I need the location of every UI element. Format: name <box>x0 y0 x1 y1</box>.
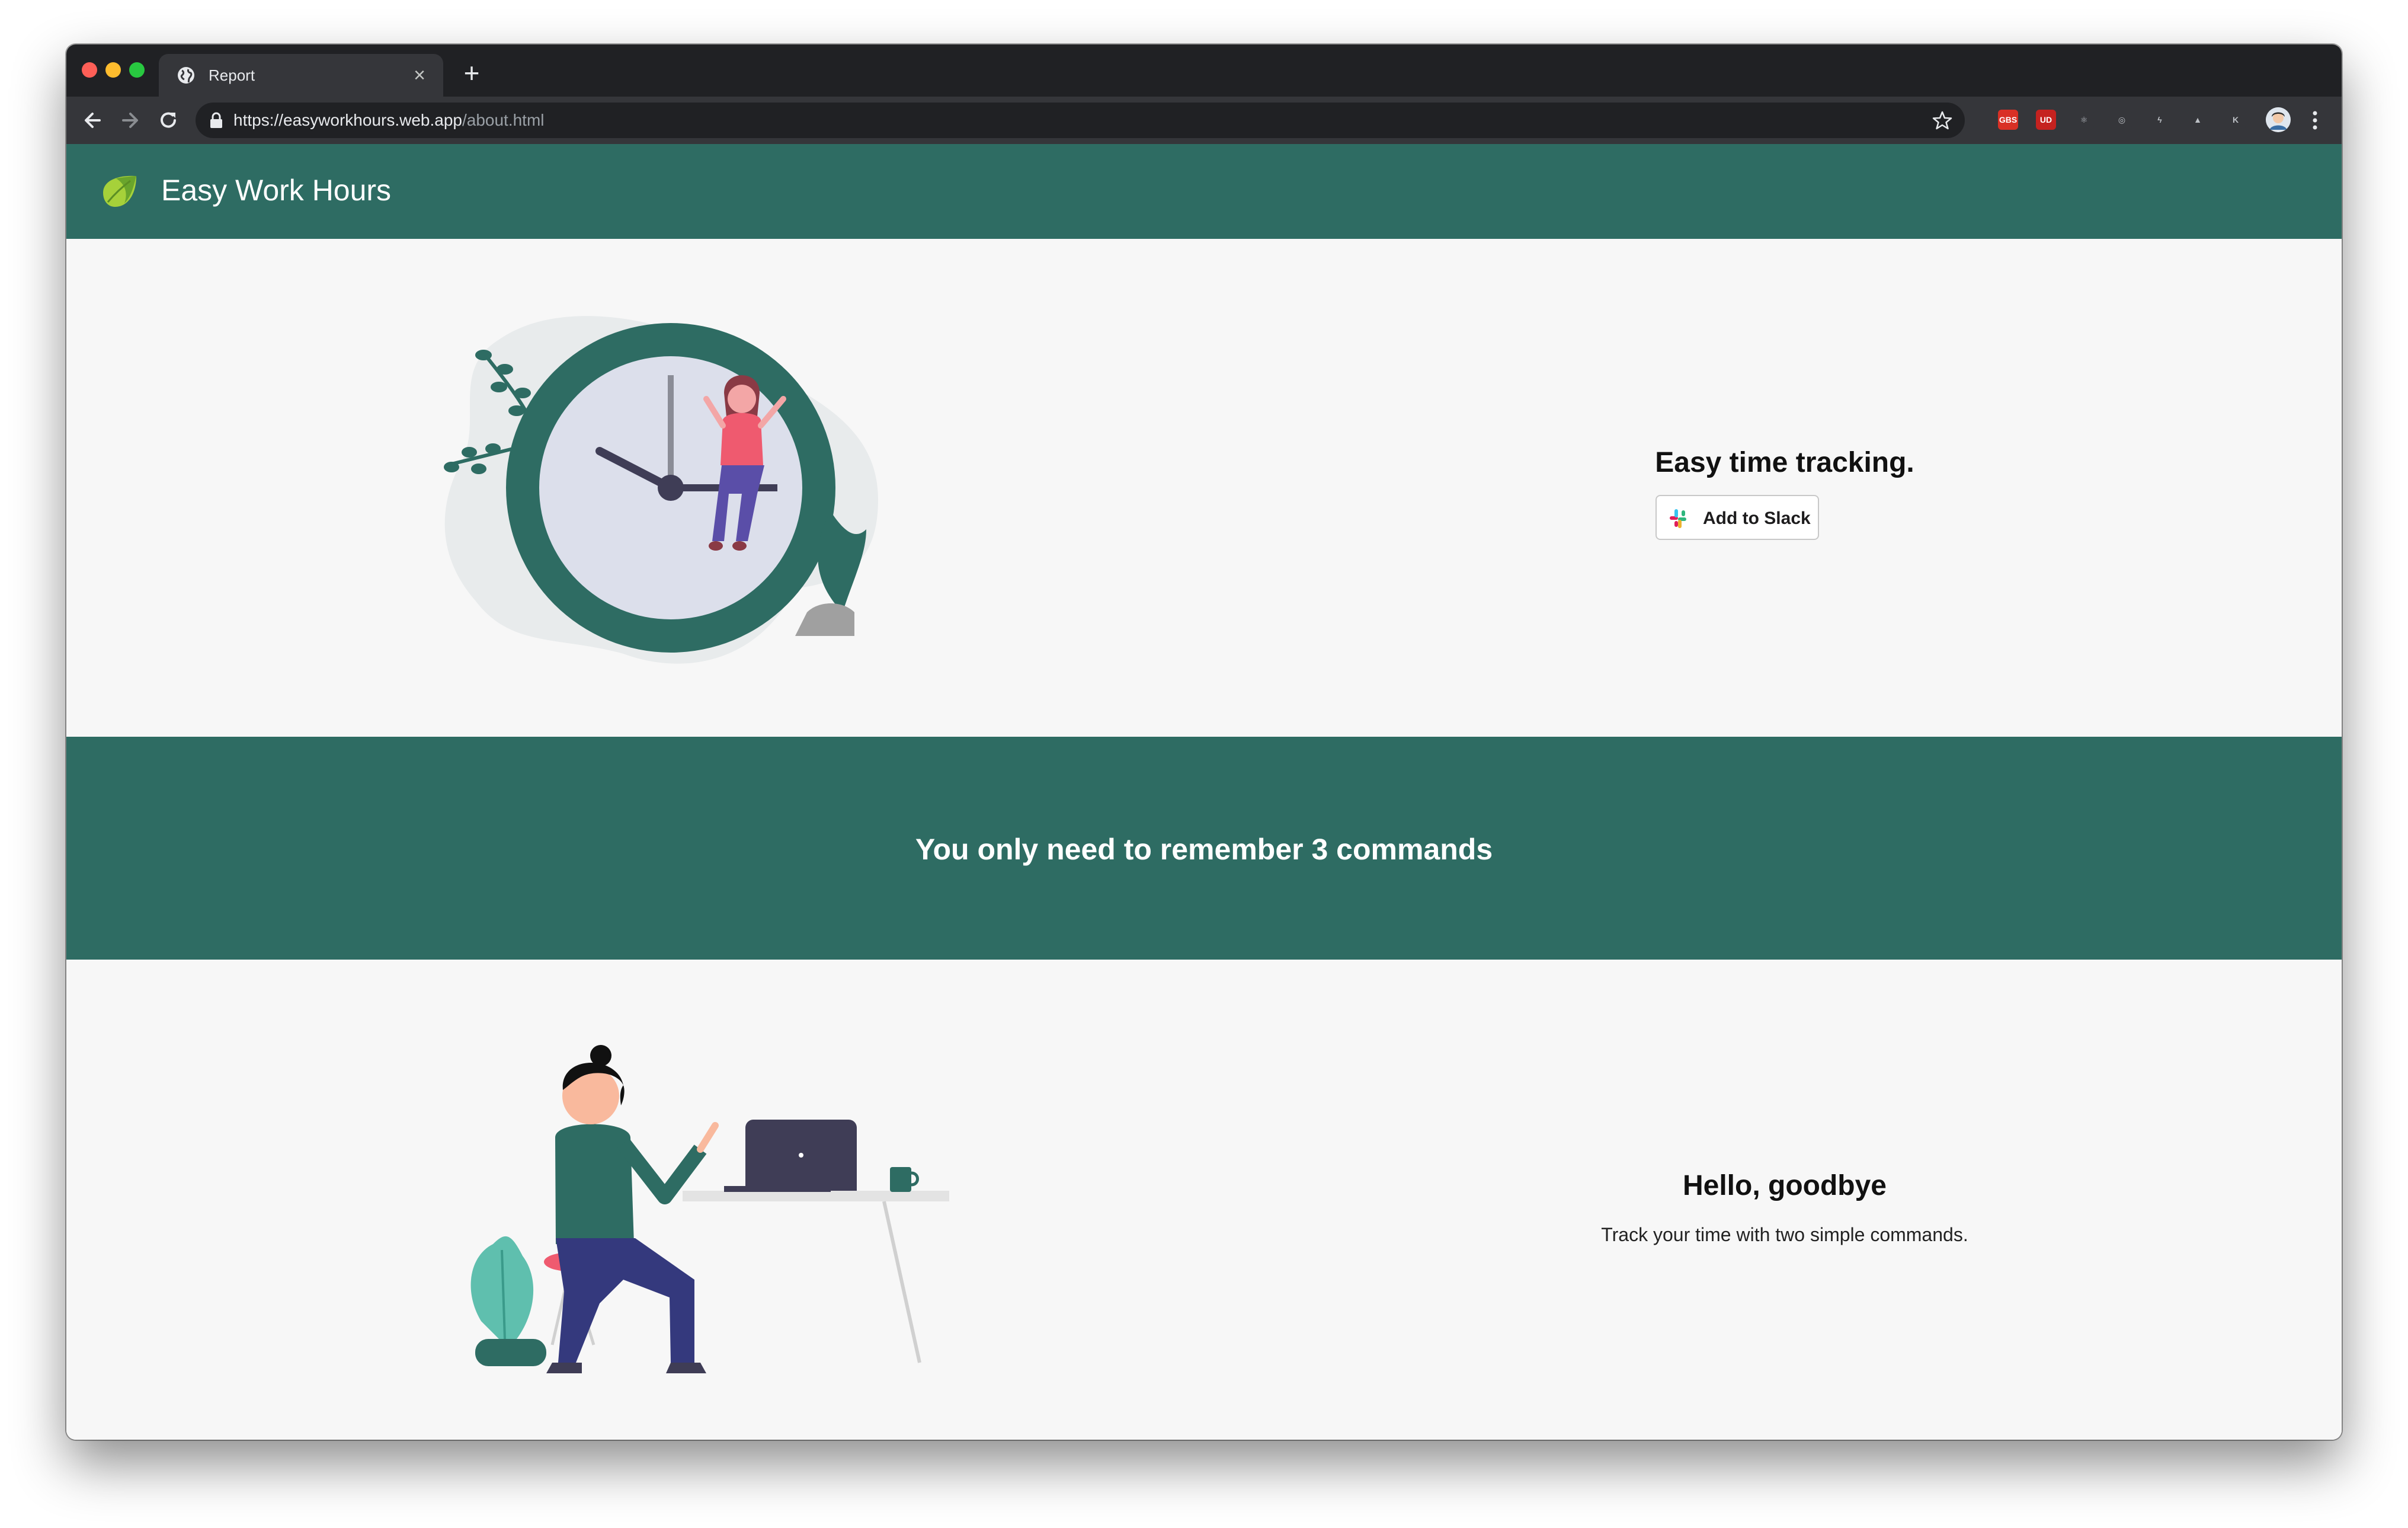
brand-name[interactable]: Easy Work Hours <box>161 171 391 209</box>
browser-window: Report × + https://easyworkhours.web.app… <box>66 44 2342 1440</box>
hello-goodbye-section: Hello, goodbye Track your time with two … <box>66 960 2342 1440</box>
close-window-button[interactable] <box>82 62 97 78</box>
feature-title: Hello, goodbye <box>1682 1170 1887 1201</box>
new-tab-button[interactable]: + <box>457 59 486 87</box>
web-page: Easy Work Hours Easy time tracking. Add … <box>66 144 2342 1440</box>
lock-icon <box>210 112 222 128</box>
commands-band: You only need to remember 3 commands <box>66 737 2342 960</box>
url-path: /about.html <box>462 111 545 129</box>
globe-icon <box>178 67 194 84</box>
browser-tab-report[interactable]: Report × <box>159 54 443 97</box>
leaf-logo-icon[interactable] <box>100 172 141 209</box>
hero-title: Easy time tracking. <box>1655 447 1914 478</box>
forward-arrow-icon[interactable] <box>116 106 145 135</box>
profile-face-icon <box>2266 107 2291 132</box>
address-bar[interactable]: https://easyworkhours.web.app/about.html <box>196 103 1965 138</box>
clock-woman-illustration <box>444 316 878 664</box>
bolt-extension-icon[interactable]: ϟ <box>2150 110 2170 130</box>
tab-strip: Report × + <box>66 44 2342 97</box>
site-header: Easy Work Hours <box>66 144 2342 239</box>
more-menu-icon[interactable] <box>2306 107 2324 133</box>
maximize-window-button[interactable] <box>129 62 145 78</box>
back-arrow-icon[interactable] <box>78 106 107 135</box>
gbs-extension-icon[interactable]: GBS <box>1998 110 2018 130</box>
reload-icon[interactable] <box>154 106 182 135</box>
add-to-slack-label: Add to Slack <box>1703 509 1811 528</box>
close-tab-icon[interactable]: × <box>408 63 431 87</box>
react-devtools-icon[interactable]: ⚛ <box>2074 110 2094 130</box>
url-host: https://easyworkhours.web.app <box>233 111 462 129</box>
profile-avatar[interactable] <box>2266 107 2291 132</box>
feature-description: Track your time with two simple commands… <box>1601 1224 1968 1245</box>
hero-section: Easy time tracking. Add to Slack <box>66 239 2342 737</box>
minimize-window-button[interactable] <box>105 62 121 78</box>
slack-logo-icon <box>1670 509 1686 528</box>
tab-title: Report <box>209 66 255 84</box>
man-at-desk-illustration <box>470 1045 949 1373</box>
commands-band-title: You only need to remember 3 commands <box>915 833 1493 866</box>
browser-toolbar: https://easyworkhours.web.app/about.html… <box>66 97 2342 144</box>
add-to-slack-button[interactable]: Add to Slack <box>1655 495 1819 540</box>
bookmark-star-icon[interactable] <box>1932 110 1953 131</box>
url-text: https://easyworkhours.web.app/about.html <box>233 111 545 130</box>
target-extension-icon[interactable]: ◎ <box>2112 110 2132 130</box>
ublock-extension-icon[interactable]: UD <box>2036 110 2056 130</box>
k-extension-icon[interactable]: K <box>2226 110 2246 130</box>
android-extension-icon[interactable]: ▲ <box>2188 110 2208 130</box>
